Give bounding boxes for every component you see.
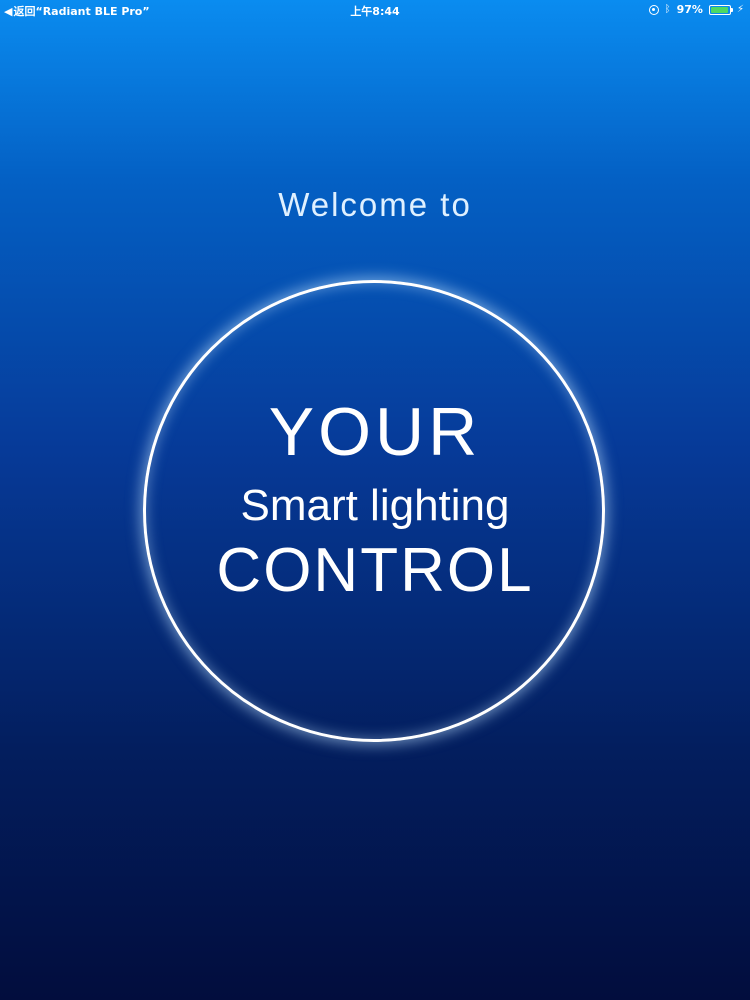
- headline-your: YOUR: [268, 394, 482, 470]
- status-time: 上午8:44: [350, 5, 400, 18]
- battery-percent: 97%: [676, 3, 703, 16]
- headline-smart-lighting: Smart lighting: [240, 481, 510, 530]
- orientation-lock-icon: [648, 4, 659, 15]
- battery-fill: [710, 6, 729, 13]
- status-bar: ◀ 返回“Radiant BLE Pro” 上午8:44 ᛒ 97% ⚡: [0, 0, 750, 22]
- status-indicators: ᛒ 97% ⚡: [648, 3, 744, 16]
- welcome-heading: Welcome to: [278, 186, 472, 223]
- headline-control: CONTROL: [216, 536, 534, 605]
- charging-icon: ⚡: [736, 4, 744, 15]
- bluetooth-icon: ᛒ: [664, 4, 671, 15]
- battery-icon: [708, 4, 733, 15]
